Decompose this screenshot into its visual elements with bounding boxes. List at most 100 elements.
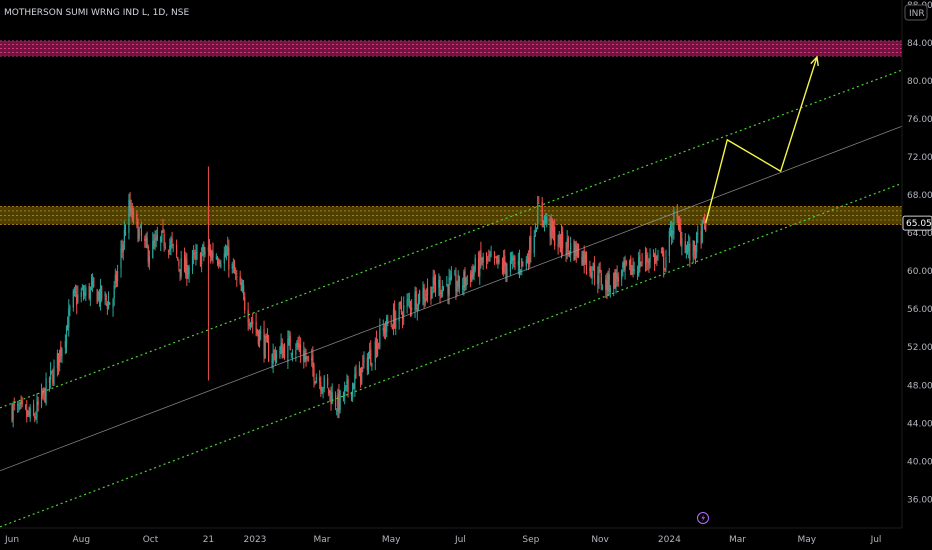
candle-body <box>144 238 146 242</box>
candle-body <box>391 326 393 330</box>
candle-body <box>400 302 403 313</box>
support-zone <box>0 206 902 225</box>
candle-body <box>480 249 482 261</box>
candle-body <box>638 257 640 276</box>
candle-body <box>77 294 79 302</box>
candle-body <box>330 393 332 405</box>
candle-body <box>306 356 308 359</box>
candle-body <box>545 217 547 222</box>
candle-body <box>355 372 357 376</box>
candle-body <box>161 230 163 241</box>
candle-body <box>661 251 664 254</box>
candle-body <box>329 390 331 393</box>
candle-body <box>59 349 61 363</box>
candle-body <box>361 367 363 385</box>
candle-body <box>35 417 37 419</box>
candle-body <box>598 269 600 283</box>
candle-body <box>287 338 289 363</box>
candle-body <box>577 244 580 257</box>
candle-body <box>13 404 15 406</box>
candle-body <box>501 262 504 270</box>
candle-body <box>130 206 132 213</box>
candle-body <box>191 254 194 266</box>
candle-body <box>231 264 233 269</box>
candle-body <box>115 275 118 283</box>
candle-body <box>585 255 588 267</box>
y-tick-label: 60.00 <box>907 267 932 277</box>
candle-body <box>703 219 706 223</box>
candle-body <box>280 342 282 349</box>
candle-body <box>657 254 659 256</box>
chart-background <box>0 0 932 550</box>
candle-body <box>171 238 173 243</box>
candle-body <box>446 283 448 285</box>
candle-body <box>337 393 339 413</box>
candle-body <box>639 254 641 269</box>
candle-body <box>621 269 623 280</box>
candle-body <box>432 276 434 289</box>
candle-body <box>378 343 380 345</box>
candle-body <box>633 269 635 272</box>
candle-body <box>374 341 376 363</box>
candle-body <box>67 324 69 331</box>
candle-body <box>684 241 686 254</box>
candle-body <box>114 274 116 284</box>
candle-body <box>156 234 158 240</box>
candle-body <box>271 360 273 363</box>
x-tick-label: Jul <box>454 535 466 545</box>
candle-body <box>321 390 323 394</box>
candle-body <box>648 262 650 265</box>
candle-body <box>131 208 133 220</box>
candle-body <box>21 400 23 405</box>
candle-body <box>331 392 333 404</box>
candle-body <box>180 258 182 277</box>
candle-body <box>517 261 519 266</box>
candle-body <box>394 308 396 328</box>
candle-body <box>187 272 189 277</box>
x-tick-label: Mar <box>313 535 330 545</box>
candle-body <box>201 253 203 265</box>
candle-body <box>672 230 674 235</box>
candle-body <box>82 291 85 296</box>
candle-body <box>423 287 425 300</box>
candle-body <box>631 267 633 275</box>
candle-body <box>154 239 156 246</box>
candle-body <box>705 222 707 231</box>
candle-body <box>96 289 98 304</box>
candle-body <box>546 216 548 224</box>
price-chart[interactable]: 36.0040.0044.0048.0052.0056.0060.0064.00… <box>0 0 932 550</box>
currency-button[interactable]: INR <box>904 4 928 21</box>
candle-body <box>29 407 31 419</box>
candle-body <box>538 203 540 205</box>
candle-body <box>647 261 649 263</box>
candle-body <box>411 307 413 310</box>
candle-body <box>697 233 699 235</box>
candle-body <box>92 280 94 287</box>
candle-body <box>646 254 648 262</box>
candle-body <box>97 292 99 301</box>
candle-body <box>50 370 52 380</box>
candle-body <box>81 288 83 290</box>
candle-body <box>68 308 70 328</box>
candle-body <box>148 256 150 264</box>
candle-body <box>554 226 556 246</box>
candle-body <box>399 302 401 305</box>
candle-body <box>178 261 180 266</box>
candle-body <box>470 274 472 282</box>
candle-body <box>504 255 506 267</box>
y-tick-label: 76.00 <box>907 115 932 125</box>
candle-body <box>168 250 170 253</box>
candle-body <box>474 258 476 271</box>
candle-body <box>671 229 673 239</box>
candle-body <box>599 269 601 272</box>
candle-body <box>623 260 625 269</box>
candle-body <box>566 239 568 256</box>
candle-body <box>589 267 591 272</box>
candle-body <box>311 357 313 361</box>
candle-body <box>227 246 229 256</box>
candle-body <box>120 248 122 269</box>
candle-body <box>101 285 103 300</box>
candle-body <box>224 250 227 257</box>
candle-body <box>65 326 68 345</box>
candle-body <box>45 378 47 405</box>
